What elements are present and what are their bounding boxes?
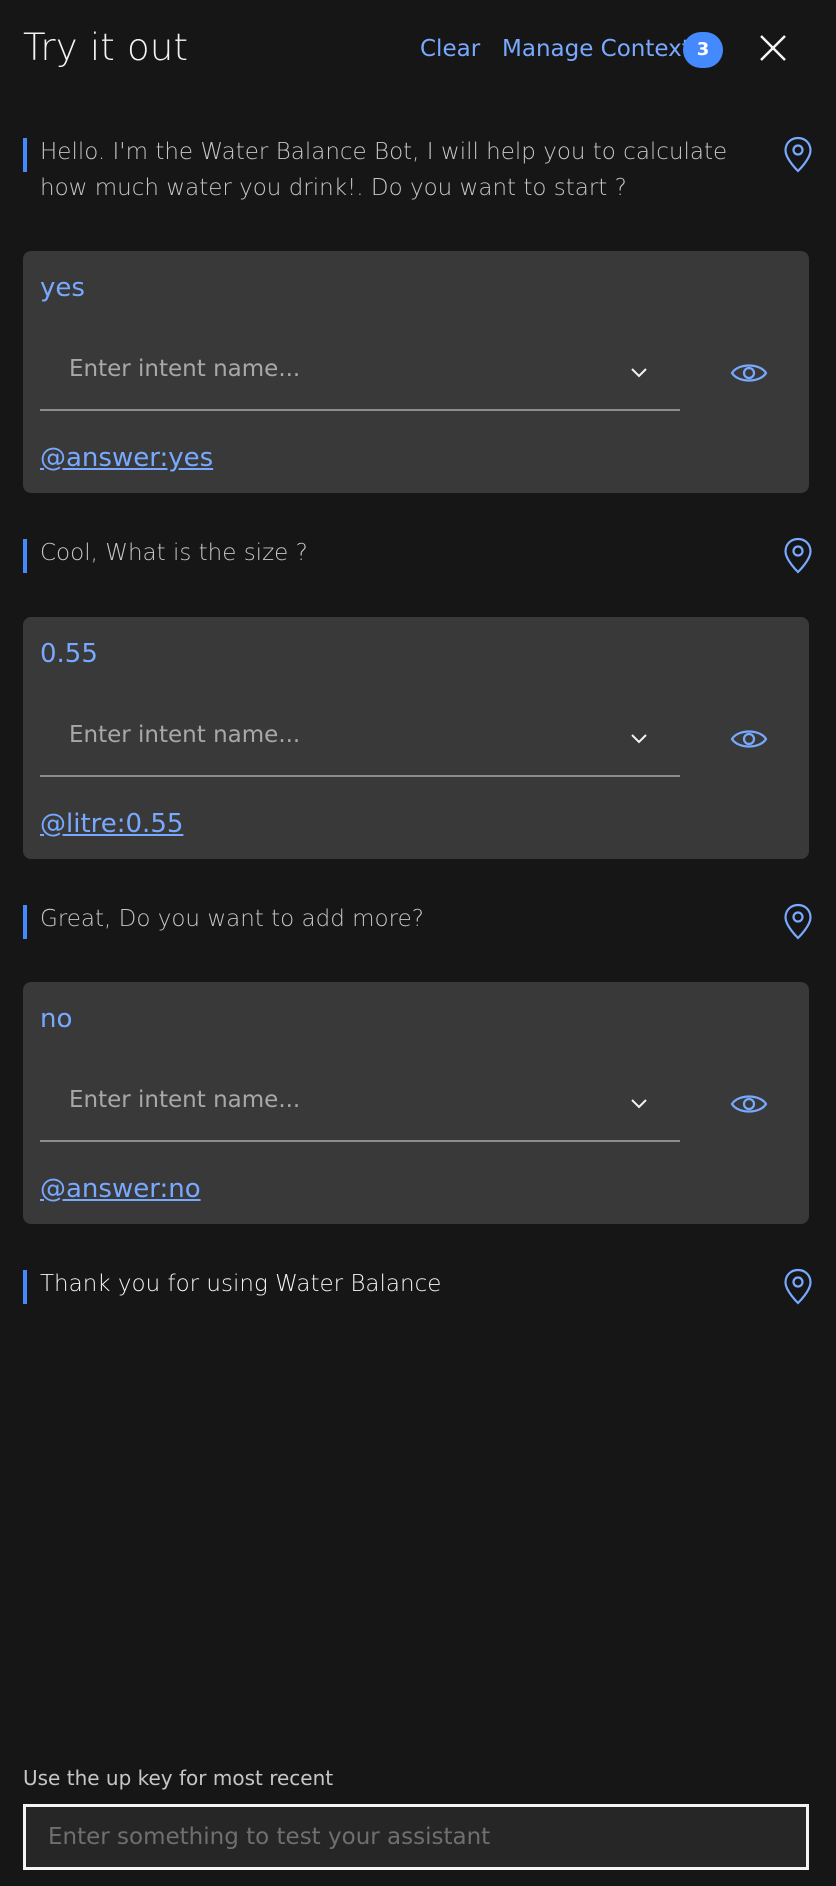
user-message-text: 0.55 <box>40 639 98 669</box>
input-hint: Use the up key for most recent <box>23 1766 334 1790</box>
entity-link[interactable]: @answer:no <box>40 1174 201 1204</box>
eye-icon[interactable] <box>730 1089 768 1119</box>
user-message-text: yes <box>40 273 85 303</box>
test-assistant-input[interactable] <box>23 1804 809 1870</box>
entity-link[interactable]: @litre:0.55 <box>40 809 183 839</box>
bot-message-text: Hello. I'm the Water Balance Bot, I will… <box>40 134 727 206</box>
intent-dropdown[interactable]: Enter intent name... <box>40 1066 680 1142</box>
try-it-out-panel: Try it out Clear Manage Context 3 Hello.… <box>0 0 836 1886</box>
location-pin-icon[interactable] <box>783 1268 813 1306</box>
bot-message: Hello. I'm the Water Balance Bot, I will… <box>23 136 813 216</box>
bot-message: Thank you for using Water Balance <box>23 1268 813 1308</box>
bot-message-line: Hello. I'm the Water Balance Bot, I will… <box>40 139 728 165</box>
bot-message-text: Thank you for using Water Balance <box>40 1271 442 1297</box>
user-message-card: 0.55 Enter intent name... @litre:0.55 <box>23 617 809 859</box>
entity-link[interactable]: @answer:yes <box>40 443 213 473</box>
location-pin-icon[interactable] <box>783 903 813 941</box>
intent-placeholder: Enter intent name... <box>69 356 301 382</box>
bot-message-line: how much water you drink!. Do you want t… <box>40 175 627 201</box>
chevron-down-icon <box>631 368 647 378</box>
intent-dropdown[interactable]: Enter intent name... <box>40 701 680 777</box>
close-icon[interactable] <box>755 30 791 66</box>
panel-title: Try it out <box>23 26 189 69</box>
bot-message: Cool, What is the size ? <box>23 537 813 577</box>
location-pin-icon[interactable] <box>783 537 813 575</box>
user-message-card: yes Enter intent name... @answer:yes <box>23 251 809 493</box>
user-message-card: no Enter intent name... @answer:no <box>23 982 809 1224</box>
bot-message: Great, Do you want to add more? <box>23 903 813 943</box>
bot-message-bar <box>23 138 27 172</box>
intent-placeholder: Enter intent name... <box>69 1087 301 1113</box>
intent-placeholder: Enter intent name... <box>69 722 301 748</box>
user-message-text: no <box>40 1004 73 1034</box>
eye-icon[interactable] <box>730 724 768 754</box>
manage-context-link[interactable]: Manage Context <box>502 36 691 62</box>
bot-message-text: Cool, What is the size ? <box>40 540 308 566</box>
eye-icon[interactable] <box>730 358 768 388</box>
bot-message-text: Great, Do you want to add more? <box>40 906 424 932</box>
bot-message-bar <box>23 539 27 573</box>
location-pin-icon[interactable] <box>783 136 813 174</box>
intent-dropdown[interactable]: Enter intent name... <box>40 335 680 411</box>
context-count-badge: 3 <box>683 32 723 68</box>
bot-message-bar <box>23 905 27 939</box>
chevron-down-icon <box>631 1099 647 1109</box>
panel-header: Try it out Clear Manage Context 3 <box>0 0 836 100</box>
bot-message-bar <box>23 1270 27 1304</box>
chevron-down-icon <box>631 734 647 744</box>
clear-link[interactable]: Clear <box>420 36 480 62</box>
